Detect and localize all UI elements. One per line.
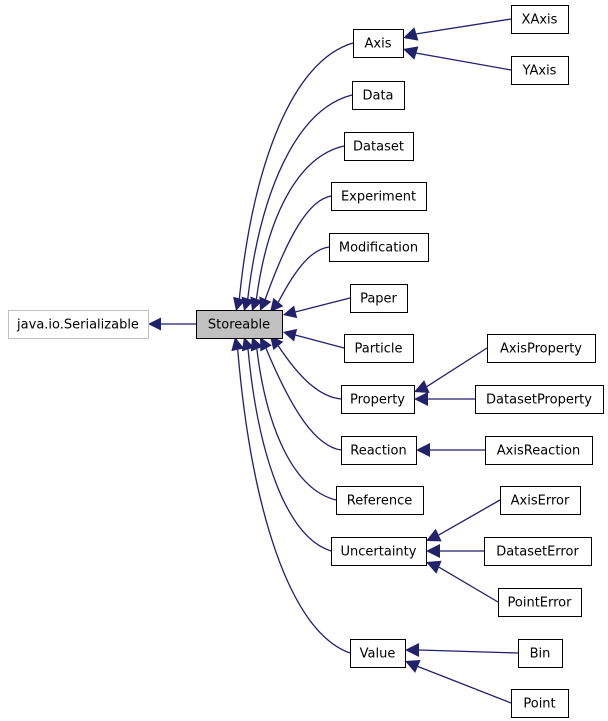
node-reaction[interactable]: Reaction [341, 436, 417, 465]
edge-experiment-to-storeable [264, 195, 332, 300]
node-label-storeable: Storeable [208, 318, 270, 333]
node-particle[interactable]: Particle [344, 334, 414, 363]
inheritance-arrowhead [416, 443, 430, 457]
node-dataseterror[interactable]: DatasetError [484, 537, 592, 566]
edge-axisproperty-to-property [426, 347, 488, 388]
node-value[interactable]: Value [350, 639, 406, 668]
inheritance-arrowhead [414, 392, 428, 406]
uml-canvas: java.io.Serializable Storeable Axis XAxis YA… [8, 5, 604, 718]
node-uncertainty[interactable]: Uncertainty [331, 537, 427, 566]
node-label-java-io-serializable: java.io.Serializable [16, 318, 139, 333]
node-bin[interactable]: Bin [518, 639, 563, 668]
node-axiserror[interactable]: AxisError [500, 486, 581, 515]
node-label-uncertainty: Uncertainty [341, 545, 417, 560]
inheritance-arrowhead [403, 27, 419, 41]
edge-reference-to-storeable [256, 348, 337, 501]
edge-axiserror-to-uncertainty [438, 499, 501, 536]
node-label-reaction: Reaction [350, 444, 406, 459]
node-label-axiserror: AxisError [511, 494, 570, 509]
edge-bin-to-value [418, 649, 519, 654]
node-label-axisproperty: AxisProperty [500, 342, 582, 357]
edge-point-to-value [417, 665, 512, 704]
node-pointerror[interactable]: PointError [498, 588, 582, 617]
inheritance-arrowhead [270, 297, 284, 312]
node-label-modification: Modification [339, 241, 418, 256]
node-dataset[interactable]: Dataset [344, 132, 414, 161]
edge-property-to-storeable [277, 345, 342, 400]
inheritance-arrowhead [405, 643, 419, 657]
node-experiment[interactable]: Experiment [331, 182, 427, 211]
inheritance-arrowhead [231, 337, 245, 352]
edge-particle-to-storeable [295, 334, 345, 349]
node-datasetproperty[interactable]: DatasetProperty [475, 385, 604, 414]
node-label-experiment: Experiment [341, 190, 416, 205]
node-yaxis[interactable]: YAxis [511, 56, 569, 85]
node-label-axisreaction: AxisReaction [497, 444, 580, 459]
node-label-datasetproperty: DatasetProperty [486, 393, 592, 408]
node-label-pointerror: PointError [508, 596, 573, 611]
node-storeable[interactable]: Storeable [196, 310, 283, 339]
node-property[interactable]: Property [341, 385, 415, 414]
node-modification[interactable]: Modification [329, 233, 429, 262]
inheritance-arrowhead [403, 46, 419, 60]
node-axis[interactable]: Axis [353, 29, 404, 58]
node-label-value: Value [360, 647, 396, 662]
nodes-layer: java.io.Serializable Storeable Axis XAxis YA… [8, 5, 604, 718]
node-reference[interactable]: Reference [336, 486, 424, 515]
node-label-yaxis: YAxis [522, 64, 557, 79]
edge-yaxis-to-axis [416, 52, 512, 71]
node-paper[interactable]: Paper [350, 284, 408, 313]
node-label-reference: Reference [347, 494, 412, 509]
edge-pointerror-to-uncertainty [438, 566, 499, 603]
inheritance-arrowhead [426, 544, 440, 558]
edge-paper-to-storeable [295, 297, 351, 313]
edge-uncertainty-to-storeable [247, 349, 332, 552]
edges-layer [148, 18, 519, 704]
node-label-paper: Paper [360, 292, 397, 307]
edge-xaxis-to-axis [416, 18, 512, 35]
node-label-point: Point [523, 697, 555, 712]
node-label-xaxis: XAxis [522, 13, 558, 28]
node-label-data: Data [362, 89, 393, 104]
node-java-io-serializable[interactable]: java.io.Serializable [8, 310, 149, 339]
inheritance-diagram: java.io.Serializable Storeable Axis XAxis YA… [0, 0, 608, 721]
node-label-dataset: Dataset [353, 140, 404, 155]
node-label-axis: Axis [365, 37, 392, 52]
node-axisproperty[interactable]: AxisProperty [487, 334, 596, 363]
node-label-property: Property [350, 393, 405, 408]
node-axisreaction[interactable]: AxisReaction [485, 436, 593, 465]
inheritance-arrowhead [148, 317, 161, 331]
inheritance-arrowhead [283, 305, 298, 319]
node-label-bin: Bin [530, 647, 551, 662]
node-xaxis[interactable]: XAxis [511, 5, 569, 34]
inheritance-arrowhead [283, 328, 298, 342]
edge-value-to-storeable [237, 349, 351, 654]
node-label-particle: Particle [354, 342, 402, 357]
node-label-dataseterror: DatasetError [496, 545, 579, 560]
node-point[interactable]: Point [511, 689, 569, 718]
node-data[interactable]: Data [352, 81, 405, 110]
edge-modification-to-storeable [277, 246, 330, 303]
